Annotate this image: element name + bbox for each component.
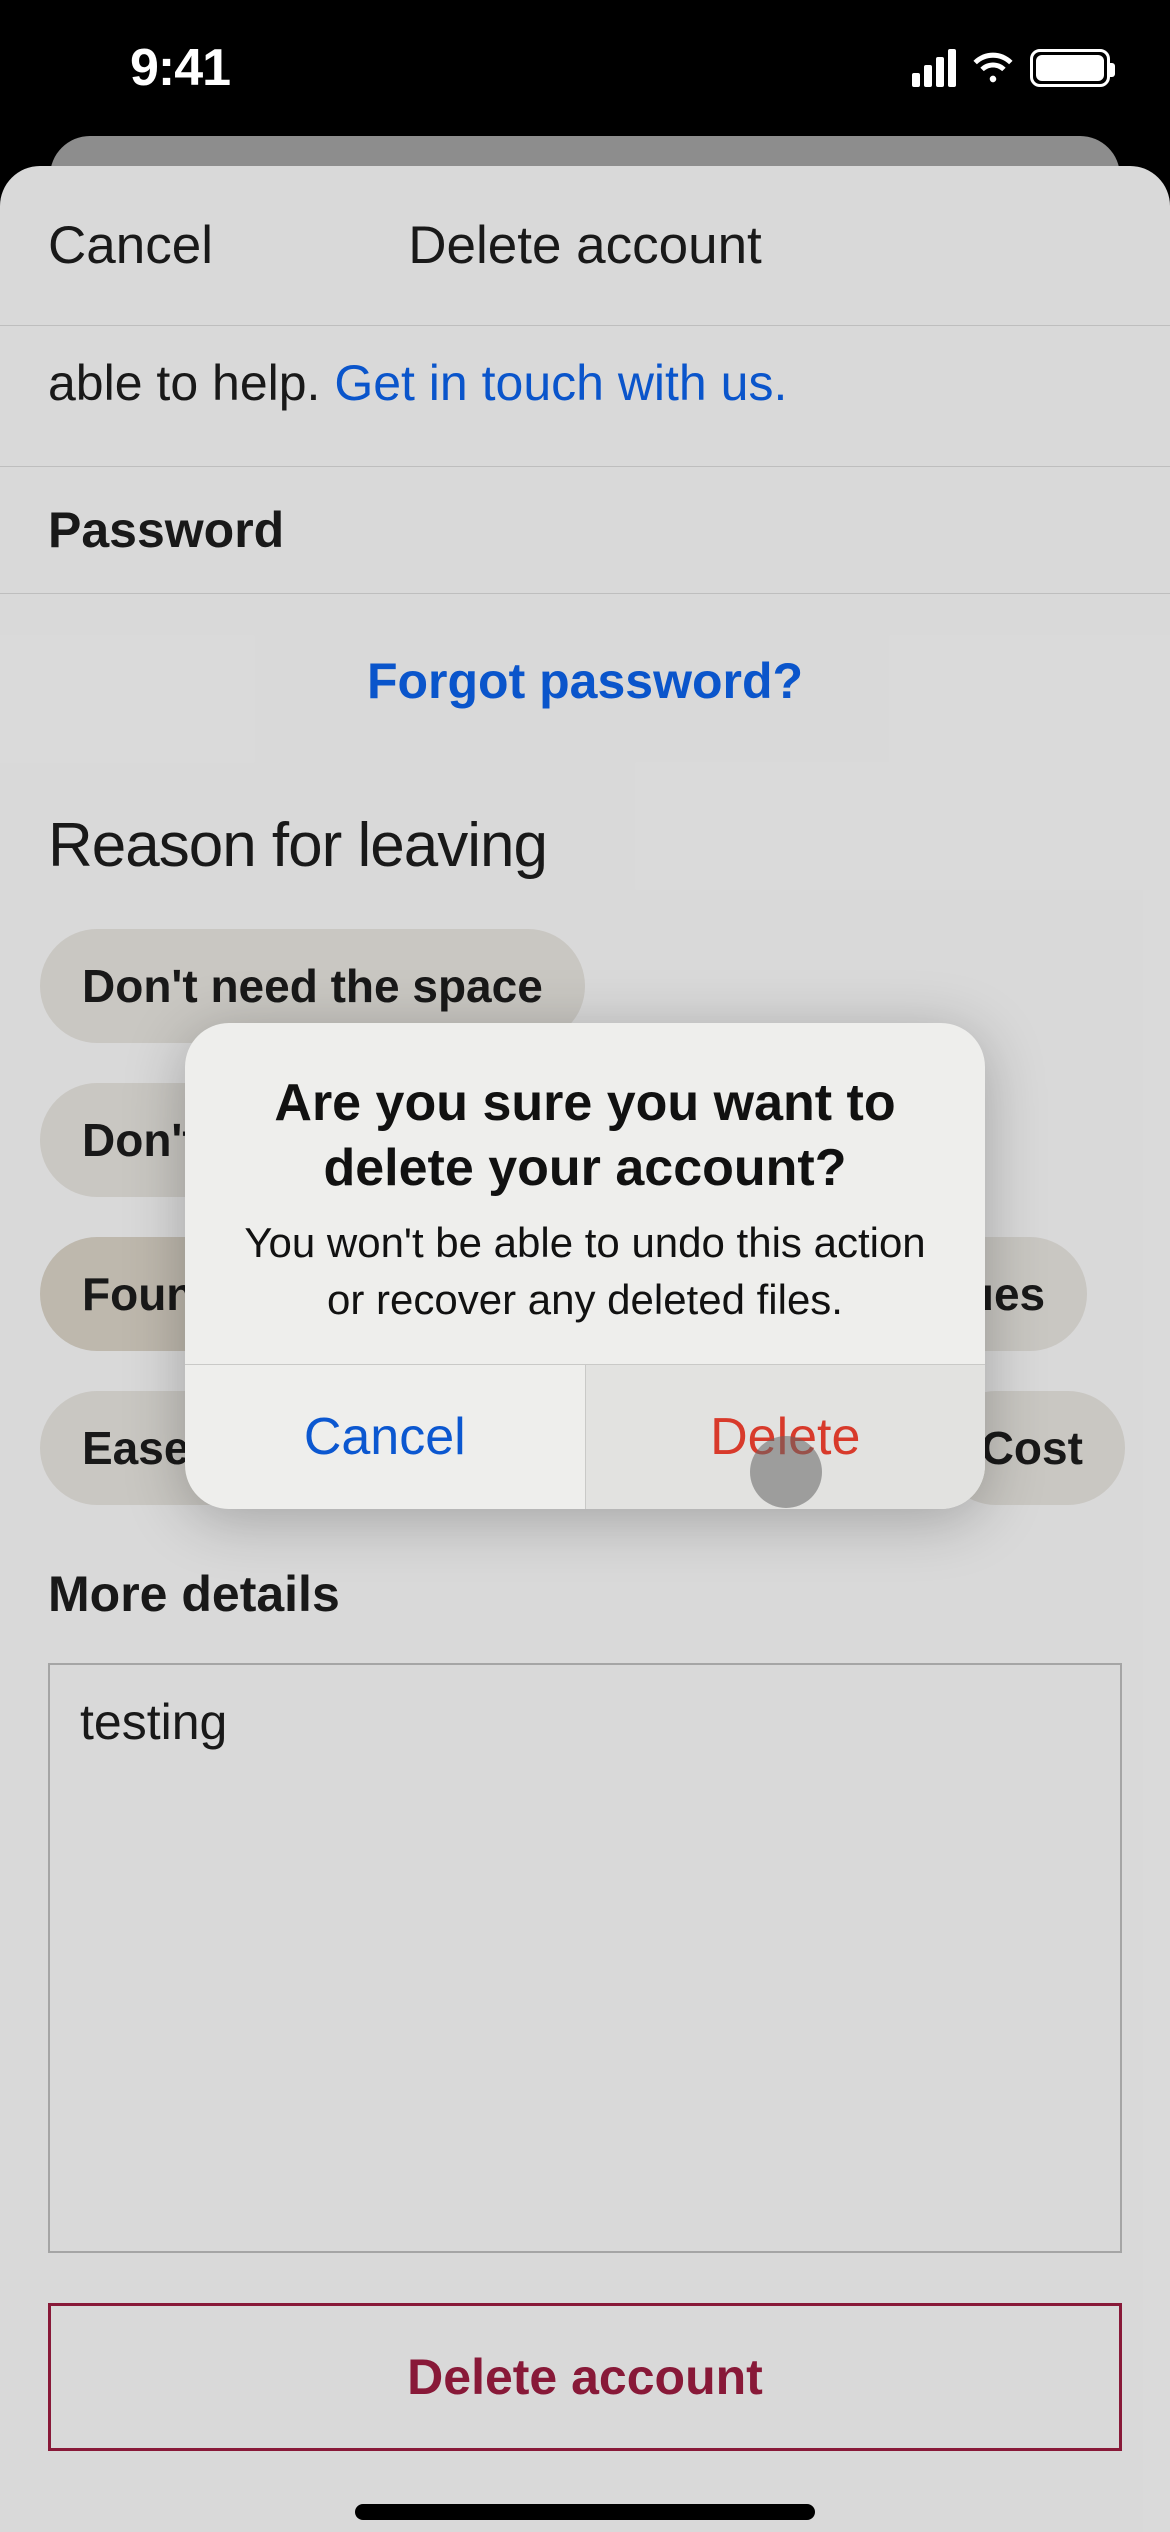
alert-delete-button[interactable]: Delete (586, 1365, 986, 1509)
alert-cancel-button[interactable]: Cancel (185, 1365, 586, 1509)
alert-message: You won't be able to undo this action or… (233, 1215, 937, 1328)
alert-title: Are you sure you want to delete your acc… (233, 1071, 937, 1201)
alert-backdrop: Are you sure you want to delete your acc… (0, 0, 1170, 2532)
confirm-delete-alert: Are you sure you want to delete your acc… (185, 1023, 985, 1509)
